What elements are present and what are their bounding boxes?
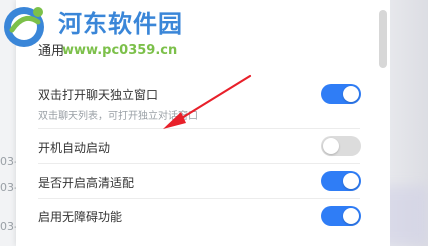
watermark-logo-icon: [4, 7, 44, 47]
watermark-site-name: 河东软件园: [58, 10, 183, 38]
watermark-url: www.pc0359.cn: [62, 43, 178, 58]
